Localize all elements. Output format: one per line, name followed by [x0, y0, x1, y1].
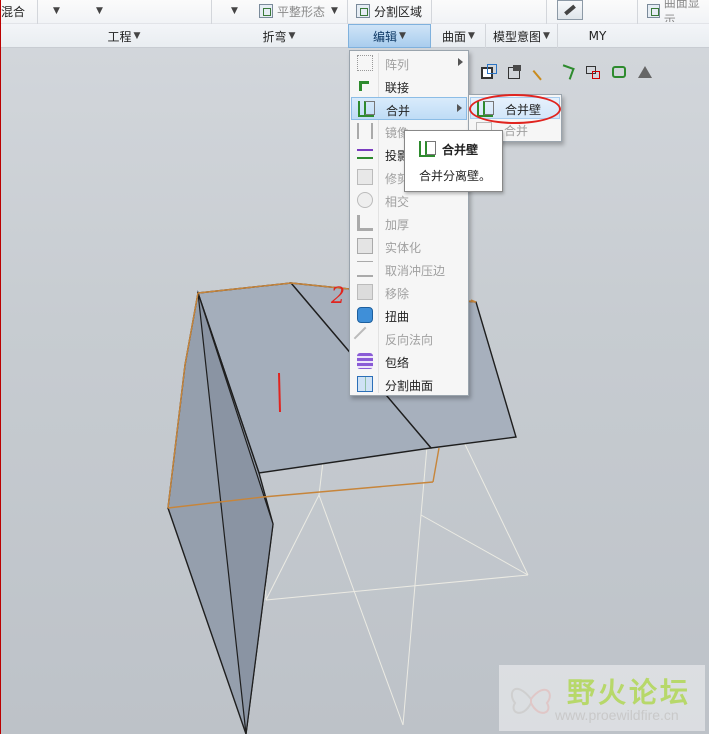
thicken-icon [357, 215, 373, 231]
annotation-display-icon[interactable] [609, 62, 629, 82]
unstamp-edges-icon [357, 261, 373, 277]
chevron-down-icon: ▼ [543, 31, 550, 41]
submenu-arrow-icon [457, 104, 462, 112]
group-bend-label: 折弯 [262, 29, 287, 44]
menu-item-solidify[interactable]: 实体化 [351, 235, 467, 258]
dropdown-button-2[interactable]: ▼ [96, 0, 103, 22]
submenu-item-merge-walls[interactable]: 合并壁 [470, 97, 560, 119]
submenu-arrow-icon [458, 58, 463, 66]
sketch-tool-button[interactable] [557, 0, 583, 20]
axis-display-icon[interactable] [531, 62, 551, 82]
menu-item-merge[interactable]: 合并 [351, 97, 467, 120]
blend-button[interactable]: 混合 [1, 0, 33, 22]
pencil-icon [564, 4, 576, 16]
menu-item-pattern[interactable]: 阵列 [351, 52, 467, 75]
chevron-down-icon: ▼ [133, 31, 141, 41]
csys-display-icon[interactable] [583, 62, 603, 82]
join-icon [359, 81, 369, 91]
chevron-down-icon: ▼ [331, 6, 338, 16]
tooltip-description: 合并分离壁。 [419, 169, 492, 183]
solidify-icon [357, 238, 373, 254]
flatten-icon [259, 4, 273, 18]
butterfly-logo-icon [510, 687, 551, 714]
merge-walls-icon [477, 101, 494, 117]
merge-walls-icon [419, 141, 436, 157]
split-region-icon [356, 4, 370, 18]
forum-watermark: 野火论坛 www.proewildfire.cn [499, 665, 705, 731]
remove-icon [357, 284, 373, 300]
chevron-down-icon: ▼ [288, 31, 296, 41]
dropdown-button-1[interactable]: ▼ [53, 0, 60, 22]
watermark-url: www.proewildfire.cn [555, 707, 679, 723]
point-display-icon[interactable] [557, 62, 577, 82]
group-surface-label: 曲面 [442, 29, 467, 44]
group-engineering-label: 工程 [107, 29, 132, 44]
intersect-icon [357, 192, 373, 208]
menu-item-remove[interactable]: 移除 [351, 281, 467, 304]
chevron-down-icon: ▼ [399, 31, 406, 41]
group-edit-label: 编辑 [373, 29, 398, 44]
graphics-toolbar [453, 62, 655, 84]
dropdown-button-3[interactable]: ▼ [231, 0, 238, 22]
watermark-brand: 野火论坛 [567, 676, 692, 709]
trim-icon [357, 169, 373, 185]
merge-icon [358, 101, 375, 117]
tooltip: 合并壁 合并分离壁。 [404, 130, 503, 192]
flatten-button[interactable]: 平整形态 ▼ [259, 0, 338, 22]
group-my-label: MY [588, 29, 607, 43]
group-edit[interactable]: 编辑 ▼ [348, 24, 431, 48]
chevron-down-icon: ▼ [53, 6, 60, 16]
menu-item-join[interactable]: 联接 [351, 75, 467, 98]
blend-label: 混合 [1, 4, 26, 19]
group-my[interactable]: MY [558, 24, 637, 48]
flatten-label: 平整形态 [277, 4, 326, 19]
chevron-down-icon: ▼ [468, 31, 475, 41]
menu-item-intersect[interactable]: 相交 [351, 189, 467, 212]
wrap-icon [357, 353, 373, 369]
ribbon-command-row: 混合 ▼ ▼ ▼ 平整形态 ▼ 分割区域 曲面显示 [1, 0, 709, 48]
split-region-button[interactable]: 分割区域 [356, 0, 422, 22]
split-region-label: 分割区域 [374, 4, 423, 19]
chevron-down-icon: ▼ [96, 6, 103, 16]
menu-item-flip-normal[interactable]: 反向法向 [351, 326, 467, 350]
menu-item-split-surface[interactable]: 分割曲面 [351, 373, 467, 396]
pattern-icon [357, 55, 373, 71]
view-box-icon[interactable] [479, 62, 499, 82]
spin-center-icon[interactable] [635, 62, 655, 82]
flip-normal-icon [353, 326, 377, 350]
menu-item-unstamp-edges[interactable]: 取消冲压边 [351, 258, 467, 281]
surface-display-button[interactable]: 曲面显示 [647, 0, 707, 22]
tooltip-title: 合并壁 [442, 143, 479, 157]
menu-item-thicken[interactable]: 加厚 [351, 212, 467, 235]
project-icon [357, 149, 373, 159]
group-engineering[interactable]: 工程 ▼ [37, 24, 211, 48]
chevron-down-icon: ▼ [231, 6, 238, 16]
menu-item-warp[interactable]: 扭曲 [351, 304, 467, 327]
group-model-intent[interactable]: 模型意图 ▼ [486, 24, 557, 48]
group-model-intent-label: 模型意图 [493, 29, 542, 44]
menu-item-wrap[interactable]: 包络 [351, 350, 467, 373]
edit-menu: 阵列 联接 合并 镜像 投影 修剪 相交 加厚 实体化 取消冲压边 移除 扭曲 … [349, 50, 469, 396]
surface-display-label: 曲面显示 [663, 0, 700, 22]
surface-display-icon [647, 4, 660, 18]
annotation-mark-2: 2 [331, 284, 345, 309]
warp-icon [357, 307, 373, 323]
ribbon-group-row: 工程 ▼ 折弯 ▼ 编辑 ▼ 曲面 ▼ 模型意图 ▼ MY [1, 24, 709, 48]
saved-views-icon[interactable] [505, 62, 525, 82]
mirror-icon [357, 123, 373, 139]
application-window: 混合 ▼ ▼ ▼ 平整形态 ▼ 分割区域 曲面显示 工程 ▼ 折弯 ▼ 编辑 ▼… [0, 0, 709, 734]
group-bend[interactable]: 折弯 ▼ [211, 24, 347, 48]
split-surface-icon [357, 376, 373, 392]
group-surface[interactable]: 曲面 ▼ [432, 24, 485, 48]
